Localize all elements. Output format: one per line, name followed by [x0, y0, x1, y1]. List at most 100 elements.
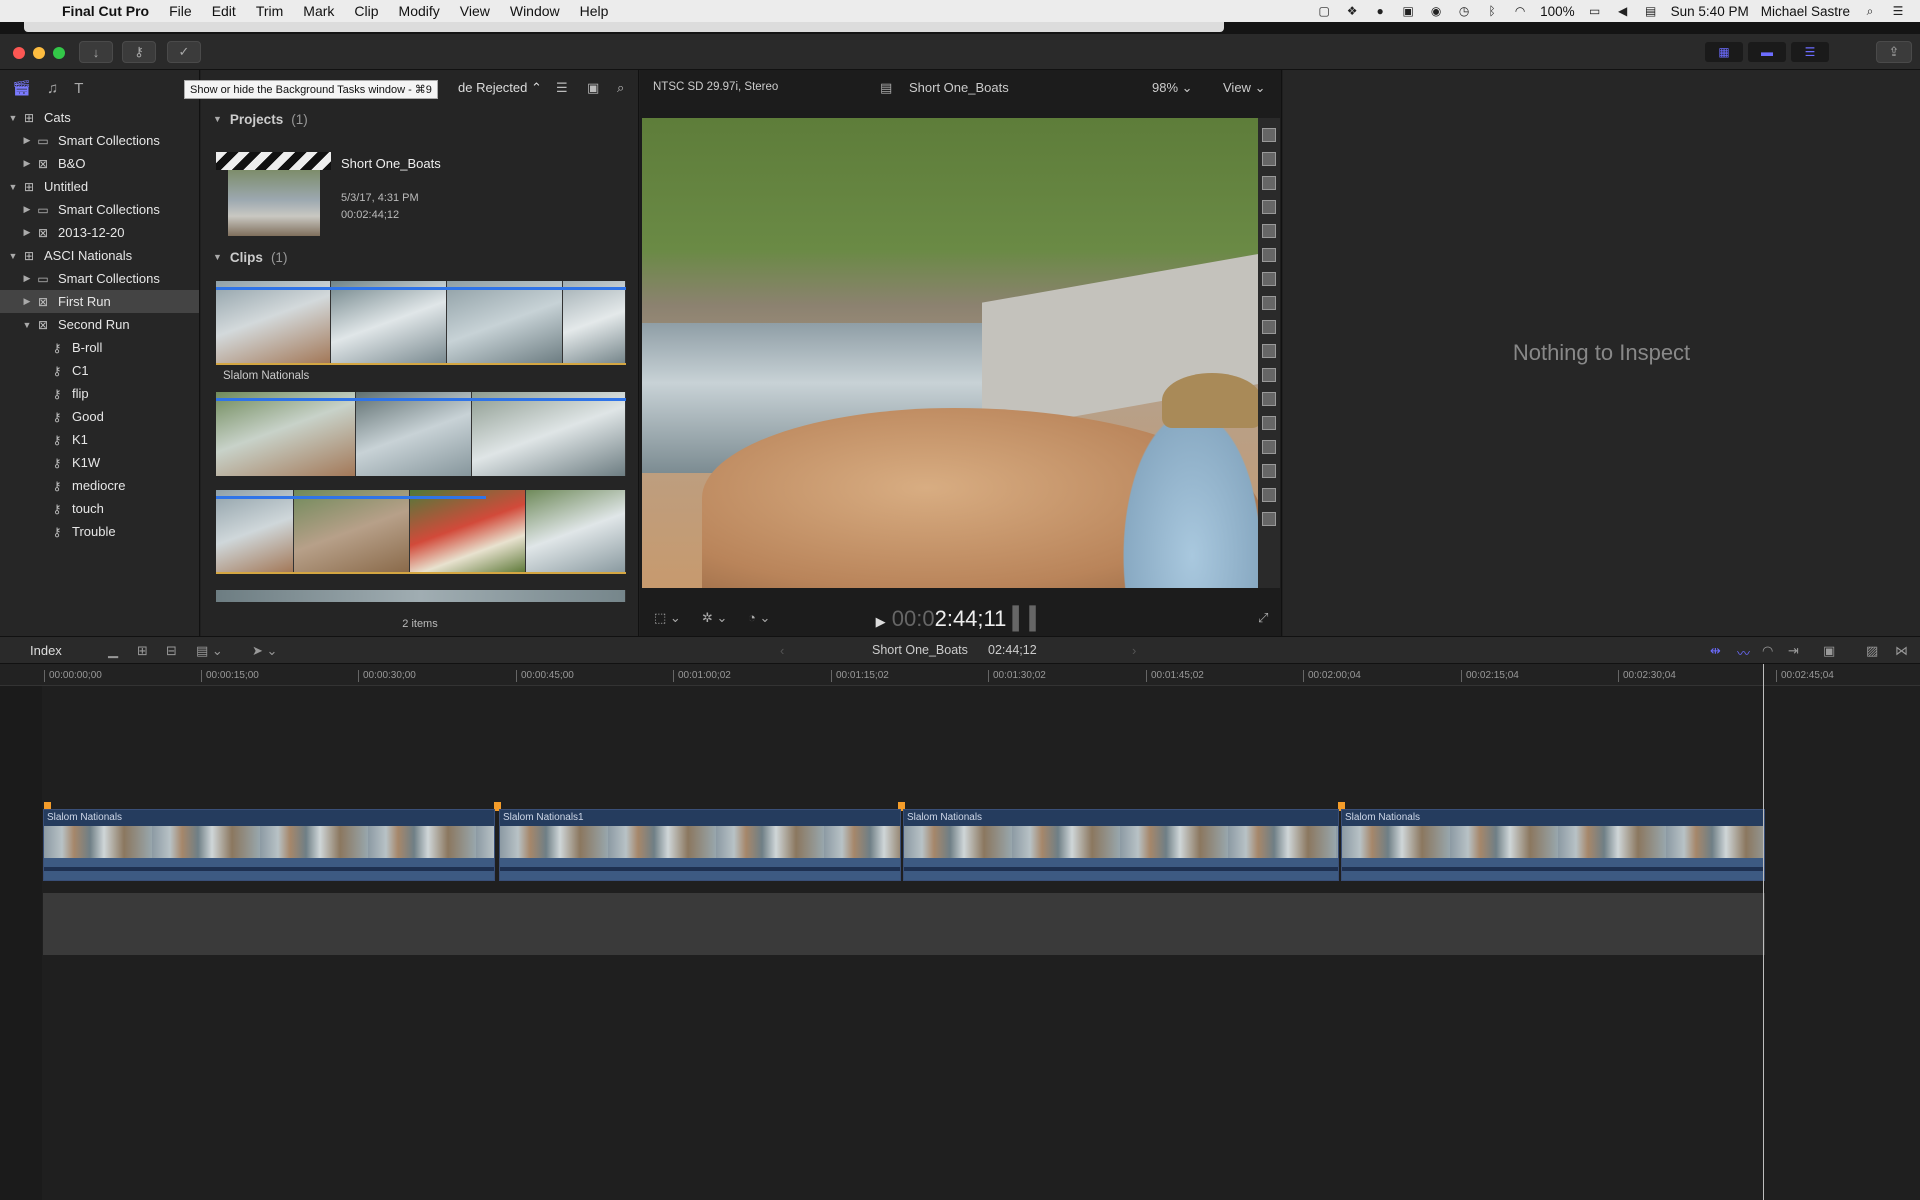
library-row[interactable]: ▶ ▭ Smart Collections: [0, 129, 199, 152]
wifi-icon[interactable]: ◠: [1512, 4, 1528, 18]
menu-mark[interactable]: Mark: [293, 3, 344, 19]
zoom-popup[interactable]: 98% ⌄: [1152, 80, 1193, 96]
clip-appearance-icon[interactable]: ▣: [1823, 643, 1835, 659]
close-window-button[interactable]: [13, 47, 25, 59]
fullscreen-icon[interactable]: ⤢: [1258, 610, 1268, 626]
menu-clock[interactable]: Sun 5:40 PM: [1671, 4, 1749, 19]
library-row[interactable]: ⚷ mediocre: [0, 474, 199, 497]
show-inspector-button[interactable]: ☰: [1791, 42, 1829, 62]
zoom-window-button[interactable]: [53, 47, 65, 59]
titles-generators-icon[interactable]: T: [74, 80, 83, 97]
library-row[interactable]: ▼ ⊠ Second Run: [0, 313, 199, 336]
append-clip-icon[interactable]: ⊟: [166, 643, 177, 659]
libraries-icon[interactable]: 🎬︎: [12, 79, 31, 97]
battery-percent[interactable]: 100%: [1540, 4, 1575, 19]
timeline-ruler[interactable]: 00:00:00;00 00:00:15;00 00:00:30;00 00:0…: [0, 664, 1920, 686]
effects-browser-icon[interactable]: ▨: [1866, 643, 1878, 659]
search-icon[interactable]: ⌕: [617, 80, 624, 96]
background-tasks-button[interactable]: ✓: [167, 41, 201, 63]
disclosure-right-icon[interactable]: ▶: [20, 158, 34, 169]
time-machine-icon[interactable]: ◷: [1456, 4, 1472, 18]
menu-window[interactable]: Window: [500, 3, 570, 19]
audio-skimming-icon[interactable]: 〰: [1737, 643, 1750, 662]
library-row[interactable]: ⚷ K1: [0, 428, 199, 451]
snapping-icon[interactable]: ⇥: [1788, 643, 1799, 659]
battery-icon[interactable]: ▭: [1587, 4, 1603, 18]
menu-edit[interactable]: Edit: [202, 3, 246, 19]
menu-help[interactable]: Help: [570, 3, 619, 19]
view-popup[interactable]: View ⌄: [1223, 80, 1265, 96]
menu-trim[interactable]: Trim: [246, 3, 293, 19]
back-icon[interactable]: ‹: [780, 643, 784, 658]
clip-filmstrip[interactable]: [216, 281, 626, 365]
play-icon[interactable]: ▶: [876, 614, 886, 629]
disclosure-right-icon[interactable]: ▶: [20, 273, 34, 284]
filmstrip-icon[interactable]: ▣: [587, 80, 599, 96]
library-row[interactable]: ⚷ B-roll: [0, 336, 199, 359]
timeline-clip[interactable]: Slalom Nationals: [903, 809, 1339, 881]
timeline-clip[interactable]: Slalom Nationals1: [499, 809, 901, 881]
menu-user[interactable]: Michael Sastre: [1761, 4, 1850, 19]
share-button[interactable]: ⇪: [1876, 41, 1912, 63]
transitions-browser-icon[interactable]: ⋈: [1895, 643, 1908, 659]
library-row[interactable]: ▶ ⊠ B&O: [0, 152, 199, 175]
minimize-window-button[interactable]: [33, 47, 45, 59]
timeline-area[interactable]: Slalom Nationals Slalom Nationals1 Slalo…: [0, 686, 1920, 1200]
library-row[interactable]: ⚷ Trouble: [0, 520, 199, 543]
notes-icon[interactable]: ▢: [1316, 4, 1332, 18]
projects-section-header[interactable]: ▼ Projects (1): [201, 106, 638, 132]
library-row[interactable]: ⚷ flip: [0, 382, 199, 405]
disclosure-down-icon[interactable]: ▼: [6, 182, 20, 192]
notification-center-icon[interactable]: ☰: [1890, 4, 1906, 18]
volume-icon[interactable]: ◀: [1615, 4, 1631, 18]
timeline-index-button[interactable]: Index: [30, 643, 62, 658]
disclosure-down-icon[interactable]: ▼: [20, 320, 34, 330]
library-row[interactable]: ▶ ⊠ First Run: [0, 290, 199, 313]
timecode-display[interactable]: ▶ 00:02:44;11 ▍▍: [640, 606, 1282, 632]
select-tool-icon[interactable]: ➤ ⌄: [252, 643, 277, 659]
library-row[interactable]: ▼ ⊞ Untitled: [0, 175, 199, 198]
spotlight-icon[interactable]: ⌕: [1862, 4, 1878, 18]
disclosure-down-icon[interactable]: ▼: [6, 251, 20, 261]
project-thumbnail[interactable]: [216, 152, 331, 236]
photos-audio-icon[interactable]: ♫: [47, 80, 58, 97]
menu-app-name[interactable]: Final Cut Pro: [52, 3, 159, 19]
disclosure-right-icon[interactable]: ▶: [20, 135, 34, 146]
keyword-editor-button[interactable]: ⚷: [122, 41, 156, 63]
evernote-icon[interactable]: ◉: [1428, 4, 1444, 18]
library-row[interactable]: ▶ ▭ Smart Collections: [0, 198, 199, 221]
menu-clip[interactable]: Clip: [344, 3, 388, 19]
forward-icon[interactable]: ›: [1132, 643, 1136, 658]
menu-modify[interactable]: Modify: [389, 3, 450, 19]
clips-section-header[interactable]: ▼ Clips (1): [201, 244, 287, 270]
import-button[interactable]: ↓: [79, 41, 113, 63]
clip-filmstrip[interactable]: [216, 392, 626, 476]
video-frame[interactable]: [642, 118, 1262, 588]
library-row[interactable]: ⚷ Good: [0, 405, 199, 428]
video-skimming-icon[interactable]: ⇹: [1710, 643, 1721, 659]
clip-filmstrip[interactable]: [216, 490, 626, 574]
disclosure-down-icon[interactable]: ▼: [6, 113, 20, 123]
disclosure-right-icon[interactable]: ▶: [20, 296, 34, 307]
disclosure-right-icon[interactable]: ▶: [20, 204, 34, 215]
library-row[interactable]: ⚷ touch: [0, 497, 199, 520]
show-browser-button[interactable]: ▦: [1705, 42, 1743, 62]
dropbox-icon[interactable]: ❖: [1344, 4, 1360, 18]
solo-icon[interactable]: ◠: [1762, 643, 1773, 659]
insert-clip-icon[interactable]: ⊞: [137, 643, 148, 659]
library-row[interactable]: ▶ ⊠ 2013-12-20: [0, 221, 199, 244]
library-row[interactable]: ▼ ⊞ Cats: [0, 106, 199, 129]
clip-appearance-icon[interactable]: ☰: [556, 80, 568, 96]
clip-filmstrip[interactable]: [216, 590, 626, 602]
show-timeline-button[interactable]: ▬: [1748, 42, 1786, 62]
menu-view[interactable]: View: [450, 3, 500, 19]
user-status-icon[interactable]: ●: [1372, 4, 1388, 18]
overwrite-clip-icon[interactable]: ▤ ⌄: [196, 643, 223, 659]
project-name[interactable]: Short One_Boats: [341, 156, 441, 171]
terminal-icon[interactable]: ▣: [1400, 4, 1416, 18]
connect-clip-icon[interactable]: ▁: [108, 643, 118, 659]
clip-filter-popup[interactable]: de Rejected ⌃: [458, 80, 542, 96]
timeline-clip[interactable]: Slalom Nationals: [1341, 809, 1765, 881]
menu-file[interactable]: File: [159, 3, 202, 19]
bluetooth-icon[interactable]: ᛒ: [1484, 4, 1500, 18]
